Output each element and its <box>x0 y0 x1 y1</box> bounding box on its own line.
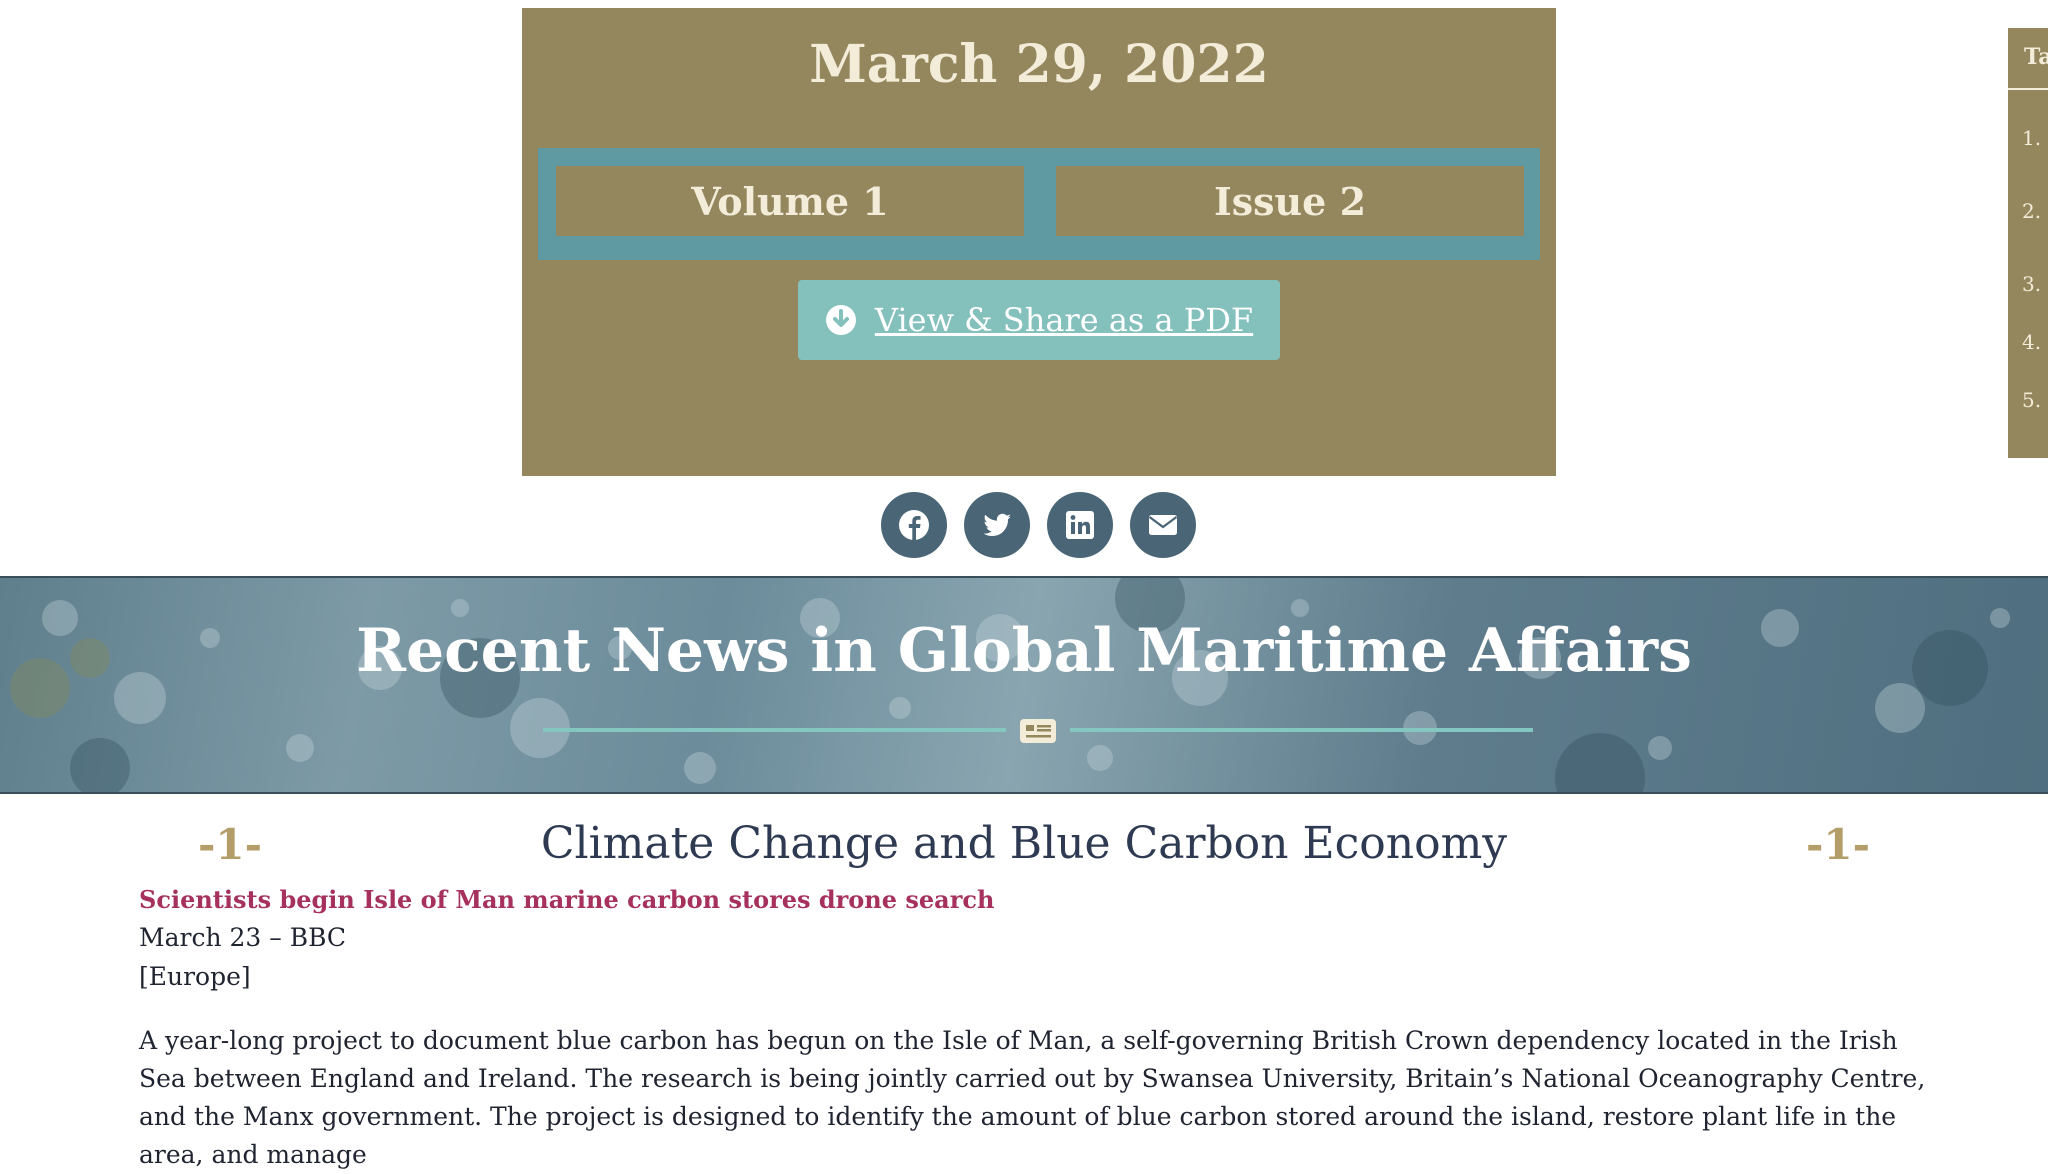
toc-item[interactable]: 4. <box>2022 330 2041 354</box>
facebook-share-button[interactable] <box>881 492 947 558</box>
toc-item[interactable]: 2. <box>2022 199 2041 223</box>
email-icon <box>1148 515 1178 535</box>
pdf-button-label: View & Share as a PDF <box>874 301 1254 339</box>
view-share-pdf-button[interactable]: View & Share as a PDF <box>798 280 1280 360</box>
banner-title: Recent News in Global Maritime Affairs <box>356 616 1692 686</box>
facebook-icon <box>899 510 929 541</box>
issue-label: Issue 2 <box>1056 166 1524 236</box>
section-number-left: -1- <box>198 820 263 869</box>
section-number-right: -1- <box>1806 820 1871 869</box>
toc-item[interactable]: 1. <box>2022 126 2041 150</box>
toc-title: Ta <box>2024 44 2048 70</box>
article-body: A year-long project to document blue car… <box>139 1026 1926 1169</box>
volume-issue-bar: Volume 1 Issue 2 <box>538 148 1540 260</box>
linkedin-share-button[interactable] <box>1047 492 1113 558</box>
download-circle-icon <box>825 305 856 335</box>
toc-item[interactable]: 5. <box>2022 388 2041 412</box>
twitter-icon <box>983 513 1011 536</box>
banner-divider-left <box>543 728 1006 732</box>
email-share-button[interactable] <box>1130 492 1196 558</box>
linkedin-icon <box>1066 511 1094 539</box>
newspaper-icon <box>1020 719 1056 743</box>
article-region: [Europe] <box>139 962 251 991</box>
twitter-share-button[interactable] <box>964 492 1030 558</box>
issue-header: March 29, 2022 Volume 1 Issue 2 View & S… <box>522 8 1556 476</box>
section-title: Climate Change and Blue Carbon Economy <box>540 818 1508 869</box>
article-headline-link[interactable]: Scientists begin Isle of Man marine carb… <box>139 885 994 914</box>
article-dateline: March 23 – BBC <box>139 923 347 952</box>
issue-date: March 29, 2022 <box>809 34 1269 95</box>
table-of-contents-panel: Ta 1. 2. 3. 4. 5. <box>2008 28 2048 458</box>
banner-divider-right <box>1070 728 1533 732</box>
volume-label: Volume 1 <box>556 166 1024 236</box>
section-banner: Recent News in Global Maritime Affairs <box>0 576 2048 794</box>
toc-item[interactable]: 3. <box>2022 272 2041 296</box>
toc-divider <box>2008 88 2048 90</box>
